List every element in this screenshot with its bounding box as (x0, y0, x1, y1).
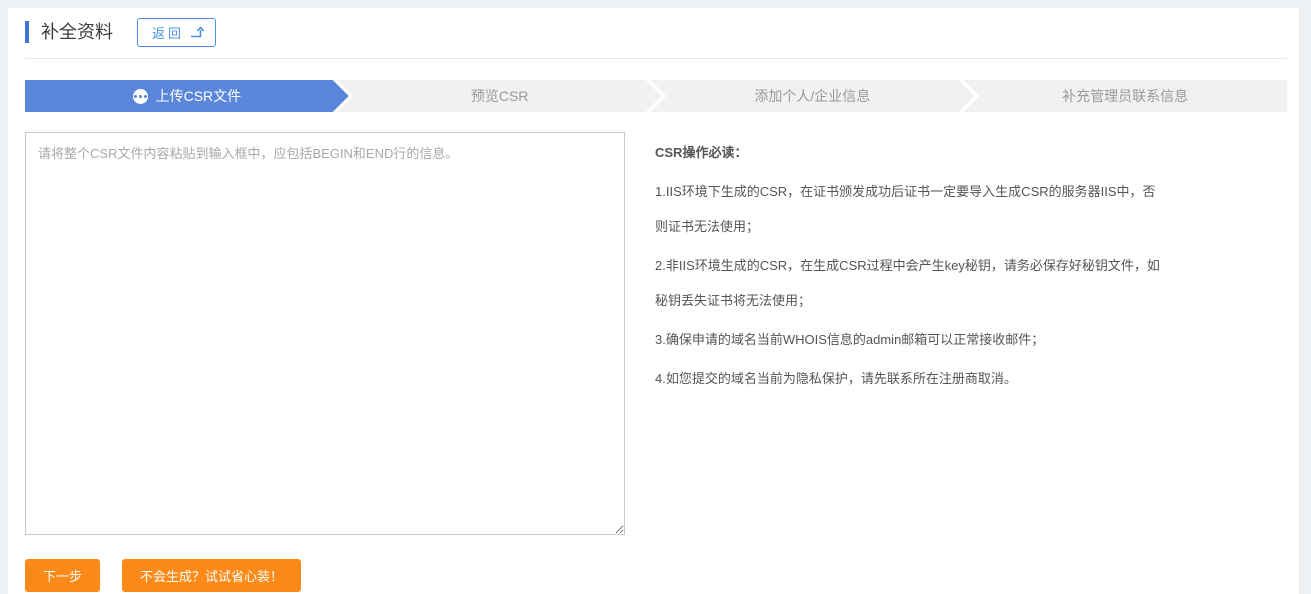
footer-actions: 下一步 不会生成？试试省心装！ (25, 559, 1287, 592)
step-preview-csr[interactable]: 预览CSR (338, 80, 662, 112)
notice-item-1: 1.IIS环境下生成的CSR，在证书颁发成功后证书一定要导入生成CSR的服务器I… (655, 174, 1160, 244)
step-upload-csr[interactable]: 上传CSR文件 (25, 80, 349, 112)
step-add-info[interactable]: 添加个人/企业信息 (651, 80, 975, 112)
csr-notice-panel: CSR操作必读： 1.IIS环境下生成的CSR，在证书颁发成功后证书一定要导入生… (655, 132, 1160, 535)
step-label: 上传CSR文件 (156, 86, 242, 106)
ellipsis-icon (133, 89, 148, 104)
content-panel: 补全资料 返回 上传CSR文件 预览CSR 添加个人/企业信息 补充管理员联系信… (8, 8, 1299, 594)
back-button[interactable]: 返回 (137, 18, 216, 47)
notice-title: CSR操作必读： (655, 135, 1160, 170)
step-wizard: 上传CSR文件 预览CSR 添加个人/企业信息 补充管理员联系信息 (25, 80, 1287, 112)
step-label: 预览CSR (471, 86, 529, 106)
step-label: 补充管理员联系信息 (1062, 86, 1188, 106)
next-step-button[interactable]: 下一步 (25, 559, 100, 592)
header-divider (25, 58, 1287, 59)
return-arrow-icon (190, 26, 205, 38)
notice-item-2: 2.非IIS环境生成的CSR，在生成CSR过程中会产生key秘钥，请务必保存好秘… (655, 248, 1160, 318)
back-button-label: 返回 (152, 23, 184, 42)
easy-install-button[interactable]: 不会生成？试试省心装！ (122, 559, 301, 592)
page-title: 补全资料 (25, 21, 113, 43)
step-label: 添加个人/企业信息 (754, 86, 870, 106)
notice-item-4: 4.如您提交的域名当前为隐私保护，请先联系所在注册商取消。 (655, 361, 1160, 396)
main-area: CSR操作必读： 1.IIS环境下生成的CSR，在证书颁发成功后证书一定要导入生… (25, 132, 1287, 535)
step-admin-contact[interactable]: 补充管理员联系信息 (963, 80, 1287, 112)
notice-item-3: 3.确保申请的域名当前WHOIS信息的admin邮箱可以正常接收邮件； (655, 322, 1160, 357)
csr-content-input[interactable] (25, 132, 625, 535)
page-header: 补全资料 返回 (25, 16, 1287, 48)
